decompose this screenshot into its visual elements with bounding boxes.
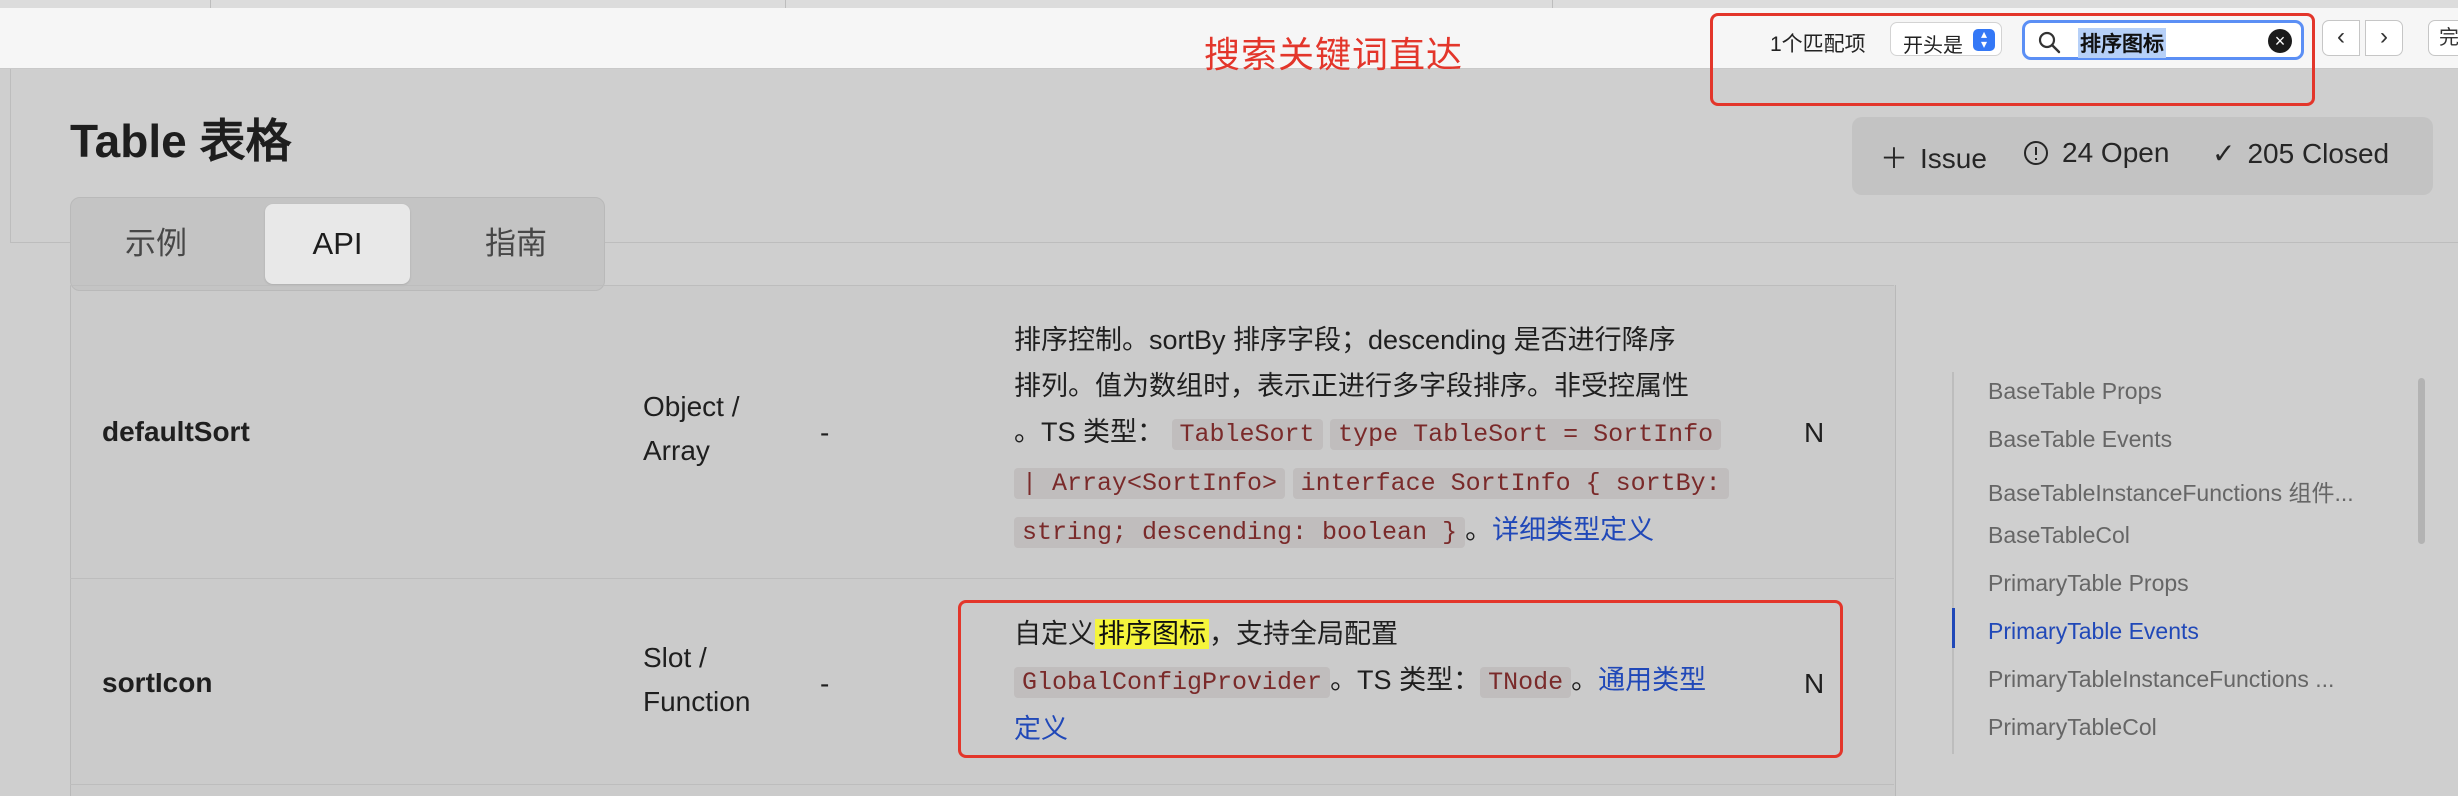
toc-item[interactable]: PrimaryTable Props (1988, 570, 2189, 597)
toc-scrollbar[interactable] (2418, 378, 2425, 544)
closed-issues-label: 205 Closed (2247, 138, 2390, 169)
toc-track (1952, 372, 1954, 754)
code-snippet: string; descending: boolean } (1014, 517, 1466, 548)
description-line: 排列。值为数组时，表示正进行多字段排序。非受控属性 (1014, 371, 1689, 401)
code-snippet: type TableSort = SortInfo (1330, 419, 1722, 450)
issue-bar: ＋ Issue 24 Open ✓ 205 Closed (1852, 117, 2433, 195)
open-issues-label: 24 Open (2062, 137, 2170, 168)
row-divider (70, 285, 1894, 286)
description-line: 。TS 类型： TableSort type TableSort = SortI… (1014, 409, 1764, 458)
chevron-left-icon: ‹ (2337, 23, 2345, 50)
code-snippet: TableSort (1171, 419, 1323, 450)
prop-type: Array (643, 435, 710, 466)
prop-type: Slot / (643, 642, 707, 673)
prop-description: 排序控制。sortBy 排序字段；descending 是否进行降序 排列。值为… (1014, 317, 1764, 556)
prop-type: Object / (643, 391, 740, 422)
prop-default: - (820, 417, 830, 448)
closed-issues-link[interactable]: ✓ 205 Closed (2212, 137, 2389, 170)
tab-examples[interactable]: 示例 (81, 204, 231, 284)
tab-separator (1552, 0, 1553, 8)
page-title: Table 表格 (70, 115, 292, 167)
toc-item-active[interactable]: PrimaryTable Events (1988, 618, 2199, 645)
prop-default: - (820, 668, 830, 699)
type-definition-link[interactable]: 详细类型定义 (1492, 515, 1654, 545)
code-snippet: | Array<SortInfo> (1014, 468, 1286, 499)
done-button[interactable]: 完 (2428, 20, 2458, 56)
description-line: 排序控制。sortBy 排序字段；descending 是否进行降序 (1014, 325, 1676, 355)
new-issue-label: Issue (1920, 143, 1987, 174)
description-line: string; descending: boolean } 。详细类型定义 (1014, 507, 1764, 556)
tab-bar: 示例 API 指南 (70, 197, 605, 291)
toc-item[interactable]: PrimaryTableInstanceFunctions ... (1988, 666, 2334, 693)
description-line: | Array<SortInfo> interface SortInfo { s… (1014, 458, 1764, 507)
open-issues-link[interactable]: 24 Open (2024, 137, 2169, 169)
prop-type: Function (643, 686, 751, 717)
previous-match-button[interactable]: ‹ (2322, 20, 2360, 56)
toc-item[interactable]: PrimaryTableCol (1988, 714, 2157, 741)
tab-api[interactable]: API (265, 204, 410, 284)
toc-item[interactable]: BaseTableInstanceFunctions 组件... (1988, 474, 2354, 508)
prop-name: defaultSort (102, 416, 250, 447)
toc-item[interactable]: BaseTable Events (1988, 426, 2172, 453)
prop-name: sortIcon (102, 667, 213, 698)
row-divider (70, 784, 1894, 785)
prop-required: N (1804, 417, 1825, 448)
page-border (10, 69, 11, 242)
annotation-box-match (958, 600, 1843, 758)
check-icon: ✓ (2212, 138, 2236, 169)
description-text: 。TS 类型： (1014, 417, 1165, 447)
next-match-button[interactable]: › (2365, 20, 2403, 56)
toc-item[interactable]: BaseTable Props (1988, 378, 2162, 405)
tab-separator (785, 0, 786, 8)
description-text: 。 (1465, 515, 1493, 545)
annotation-box-find (1710, 13, 2315, 106)
chevron-right-icon: › (2380, 23, 2388, 50)
new-issue-button[interactable]: ＋ Issue (1880, 137, 1987, 177)
toc-item[interactable]: BaseTableCol (1988, 522, 2130, 549)
code-snippet: interface SortInfo { sortBy: (1292, 468, 1729, 499)
plus-icon: ＋ (1880, 143, 1909, 174)
toc-active-indicator (1952, 608, 1955, 648)
row-divider (70, 578, 1894, 579)
issue-open-icon (2024, 141, 2048, 165)
tab-separator (210, 0, 211, 8)
tab-guide[interactable]: 指南 (441, 204, 591, 284)
